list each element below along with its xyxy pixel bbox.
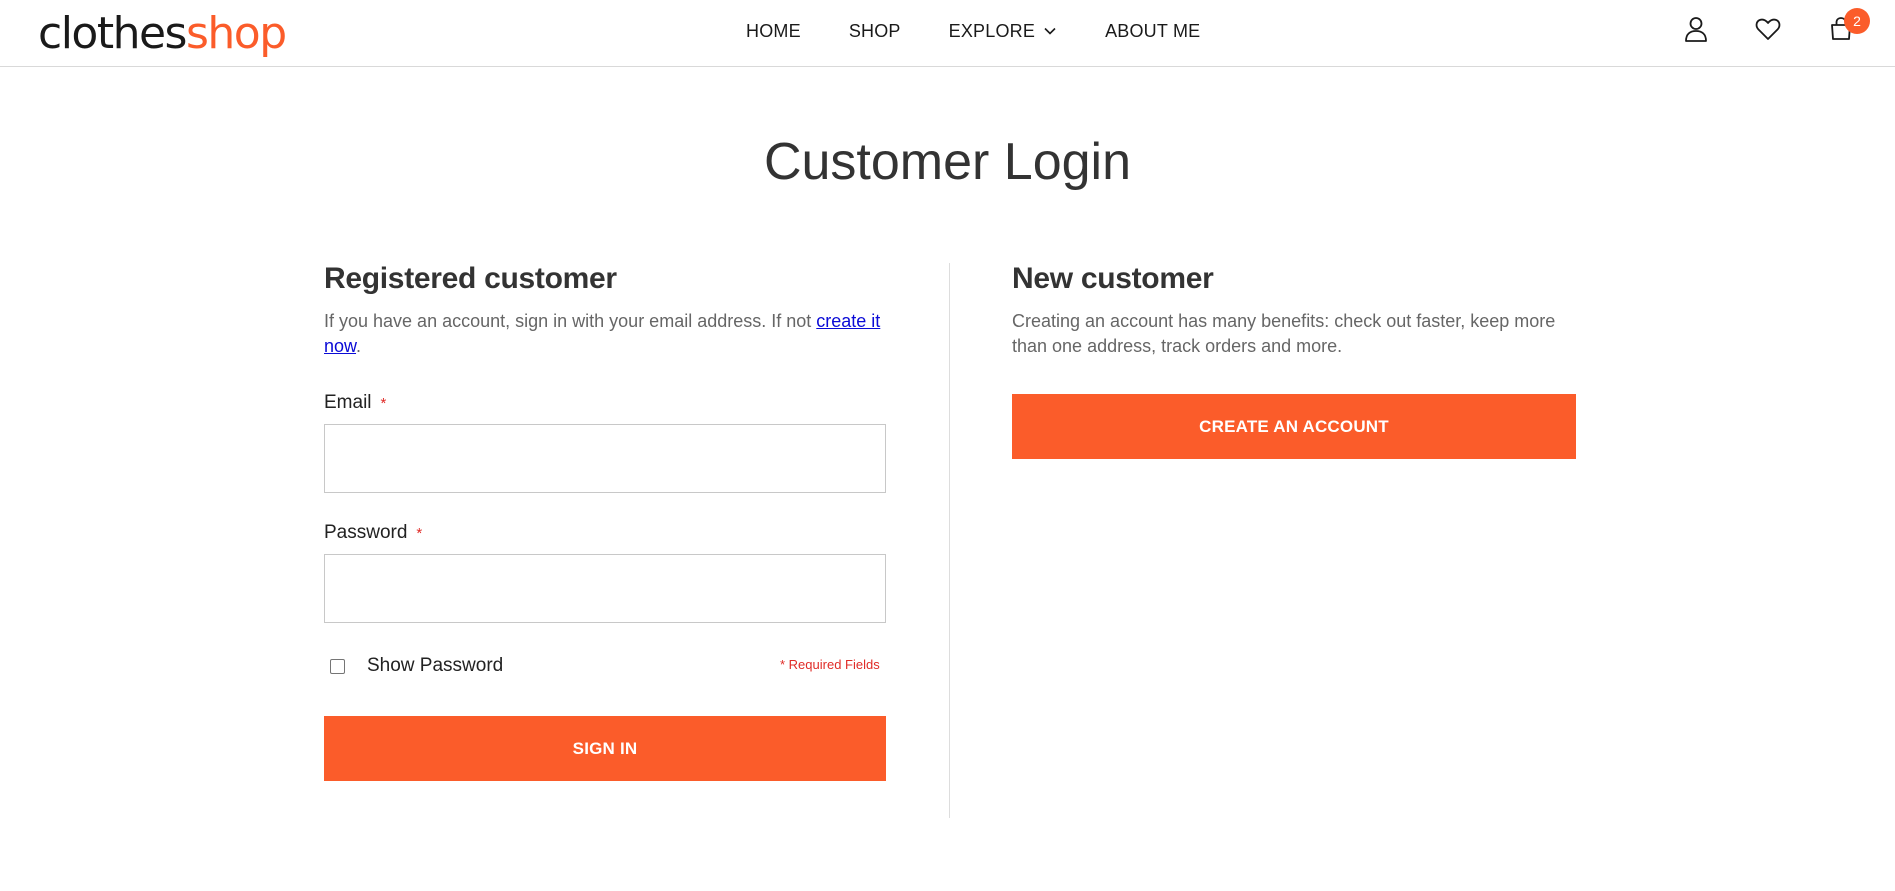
- main-nav: HOME SHOP EXPLORE ABOUT ME: [746, 0, 1248, 62]
- sign-in-button[interactable]: SIGN IN: [324, 716, 886, 781]
- password-field[interactable]: [324, 554, 886, 623]
- nav-item-explore[interactable]: EXPLORE: [949, 21, 1057, 42]
- show-password-label: Show Password: [367, 655, 504, 676]
- nav-item-about-me[interactable]: ABOUT ME: [1105, 21, 1200, 42]
- heart-icon[interactable]: [1753, 14, 1783, 44]
- site-logo[interactable]: clothesshop: [38, 8, 287, 60]
- registered-customer-title: Registered customer: [324, 262, 617, 295]
- nav-item-home[interactable]: HOME: [746, 21, 801, 42]
- required-marker: *: [416, 525, 423, 542]
- column-divider: [949, 263, 950, 818]
- password-label: Password *: [324, 522, 423, 543]
- email-field[interactable]: [324, 424, 886, 493]
- page-title: Customer Login: [763, 133, 1132, 191]
- create-account-button[interactable]: CREATE AN ACCOUNT: [1012, 394, 1576, 459]
- show-password-checkbox[interactable]: [330, 658, 345, 674]
- nav-item-shop[interactable]: SHOP: [849, 21, 901, 42]
- new-customer-title: New customer: [1012, 262, 1214, 295]
- cart-count-badge: 2: [1844, 8, 1870, 34]
- user-icon[interactable]: [1681, 14, 1711, 44]
- show-password-control[interactable]: Show Password: [324, 655, 503, 677]
- required-marker: *: [380, 395, 387, 412]
- site-header: clothesshop HOME SHOP EXPLORE ABOUT ME 2: [0, 0, 1895, 67]
- new-customer-desc: Creating an account has many benefits: c…: [1012, 311, 1556, 356]
- required-fields-note: * Required Fields: [780, 657, 880, 672]
- registered-customer-section: Registered customer If you have an accou…: [324, 262, 886, 359]
- chevron-down-icon: [1044, 27, 1056, 35]
- registered-customer-desc: If you have an account, sign in with you…: [324, 311, 881, 356]
- email-label: Email *: [324, 392, 387, 413]
- new-customer-section: New customer Creating an account has man…: [1012, 262, 1576, 359]
